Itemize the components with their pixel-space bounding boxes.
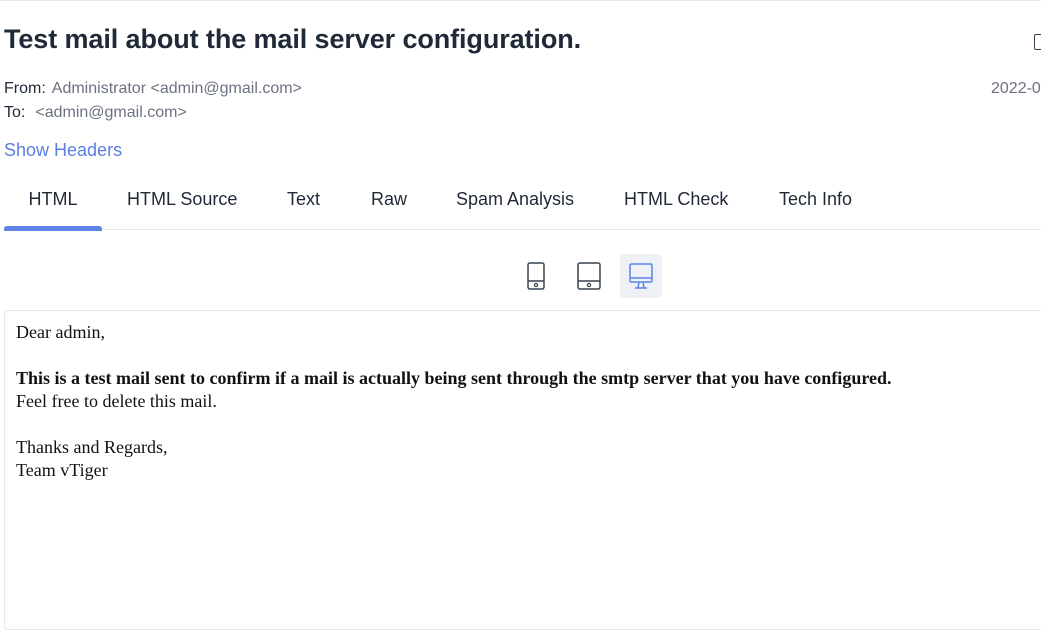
tablet-icon bbox=[577, 262, 601, 290]
tab-html[interactable]: HTML bbox=[4, 178, 102, 231]
desktop-icon bbox=[629, 263, 653, 289]
print-icon[interactable] bbox=[1034, 34, 1041, 50]
tab-html-source[interactable]: HTML Source bbox=[127, 178, 237, 230]
to-value: <admin@gmail.com> bbox=[35, 104, 187, 121]
mobile-view-button[interactable] bbox=[515, 254, 557, 298]
body-line: Feel free to delete this mail. bbox=[16, 391, 217, 411]
mobile-icon bbox=[527, 262, 545, 290]
email-subject: Test mail about the mail server configur… bbox=[4, 24, 582, 54]
from-label: From: bbox=[4, 80, 46, 97]
tab-spam-analysis[interactable]: Spam Analysis bbox=[456, 178, 574, 230]
from-value: Administrator <admin@gmail.com> bbox=[51, 80, 302, 97]
top-divider bbox=[0, 0, 1041, 1]
tablet-view-button[interactable] bbox=[568, 254, 610, 298]
desktop-view-button[interactable] bbox=[620, 254, 662, 298]
tab-raw[interactable]: Raw bbox=[371, 178, 407, 230]
body-closing: Thanks and Regards, bbox=[16, 437, 168, 457]
email-date: 2022-0 bbox=[991, 80, 1041, 97]
tab-html-check[interactable]: HTML Check bbox=[624, 178, 728, 230]
tab-text[interactable]: Text bbox=[287, 178, 320, 230]
to-row: To: <admin@gmail.com> bbox=[4, 104, 187, 122]
body-greeting: Dear admin, bbox=[16, 322, 105, 342]
show-headers-link[interactable]: Show Headers bbox=[4, 140, 122, 161]
from-row: From: Administrator <admin@gmail.com> bbox=[4, 80, 302, 98]
to-label: To: bbox=[4, 104, 26, 121]
body-bold-line: This is a test mail sent to confirm if a… bbox=[16, 368, 892, 388]
tab-tech-info[interactable]: Tech Info bbox=[779, 178, 852, 230]
view-tabs: HTML HTML Source Text Raw Spam Analysis … bbox=[4, 178, 1041, 231]
email-preview: Dear admin, This is a test mail sent to … bbox=[4, 310, 1041, 630]
body-signature: Team vTiger bbox=[16, 460, 108, 480]
